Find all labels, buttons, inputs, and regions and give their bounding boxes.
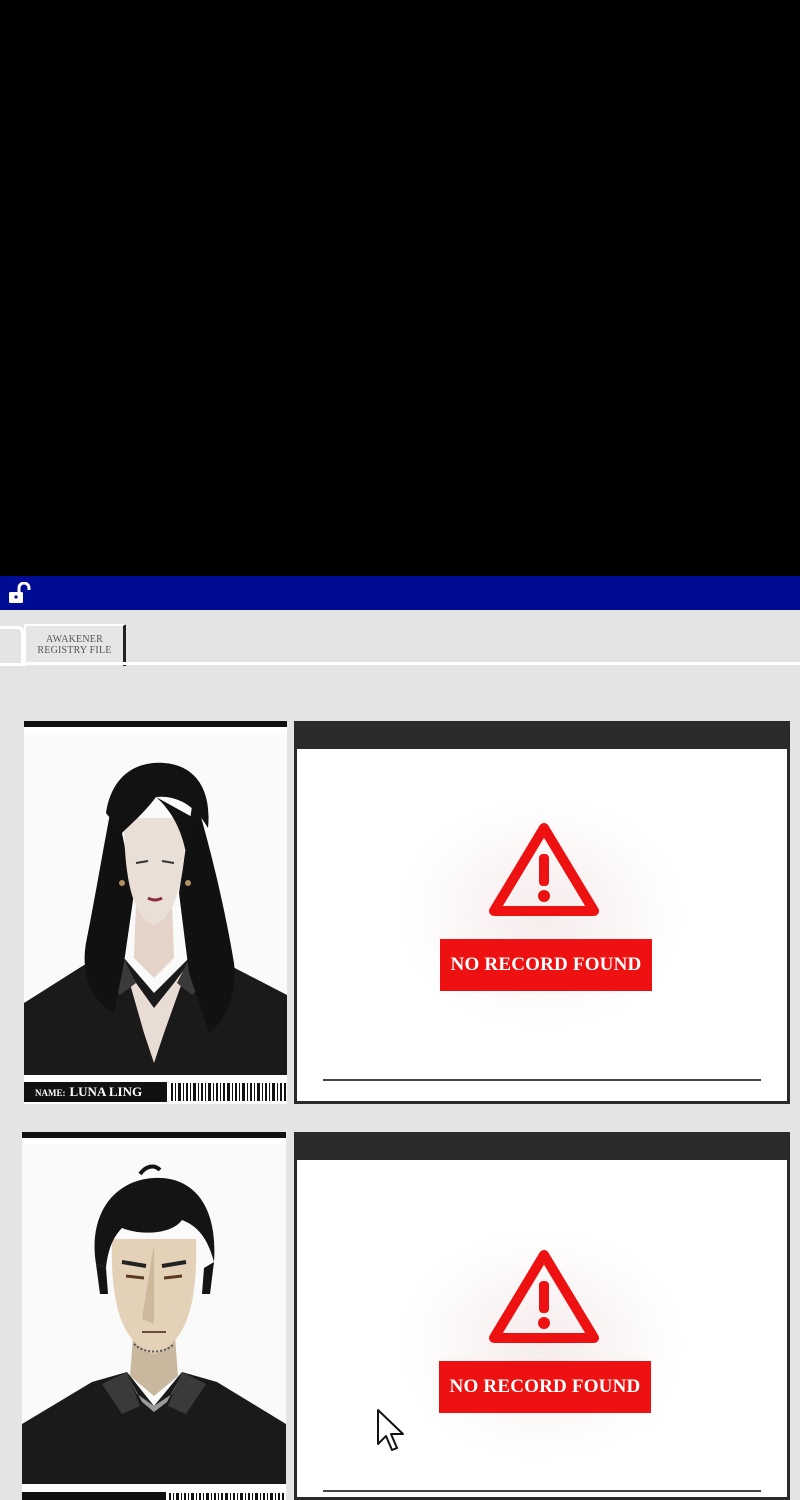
warning-triangle-icon xyxy=(489,1250,599,1343)
barcode xyxy=(169,1493,284,1500)
portrait-short-hair xyxy=(22,1144,286,1484)
no-record-found-badge: NO RECORD FOUND xyxy=(440,939,652,991)
name-value: LUNA LING xyxy=(69,1084,143,1099)
black-top-area xyxy=(0,0,800,576)
record-panel: NO RECORD FOUND xyxy=(294,721,790,1104)
portrait-long-hair xyxy=(24,733,287,1075)
signature-line xyxy=(323,1079,761,1081)
name-bar: NAME: LUNA LING xyxy=(24,1082,287,1102)
tab-label-line1: AWAKENER xyxy=(46,634,103,645)
name-label: NAME: LUNA LING xyxy=(24,1082,167,1102)
photo-card: NAME: LUNA LING xyxy=(24,721,287,1104)
name-key: NAME: xyxy=(35,1088,66,1098)
photo-card xyxy=(22,1132,286,1500)
photo-top-bar xyxy=(24,721,287,727)
tab-underline xyxy=(24,662,800,665)
tab-label-line2: REGISTRY FILE xyxy=(37,645,112,656)
tab-awakener-registry-file[interactable]: AWAKENER REGISTRY FILE xyxy=(24,624,126,666)
unlocked-padlock-icon[interactable] xyxy=(7,582,33,606)
warning-triangle-icon xyxy=(489,823,599,916)
photo-top-bar xyxy=(22,1132,286,1138)
record-panel-body: NO RECORD FOUND xyxy=(297,1160,787,1497)
barcode xyxy=(171,1083,286,1101)
record-panel-body: NO RECORD FOUND xyxy=(297,749,787,1101)
previous-tab[interactable] xyxy=(0,626,24,666)
signature-line xyxy=(323,1490,761,1492)
record-panel: NO RECORD FOUND xyxy=(294,1132,790,1500)
name-bar xyxy=(22,1492,286,1500)
name-label xyxy=(22,1492,166,1500)
window-titlebar[interactable] xyxy=(0,576,800,610)
mouse-cursor-icon xyxy=(377,1409,404,1451)
no-record-found-badge: NO RECORD FOUND xyxy=(439,1361,651,1413)
